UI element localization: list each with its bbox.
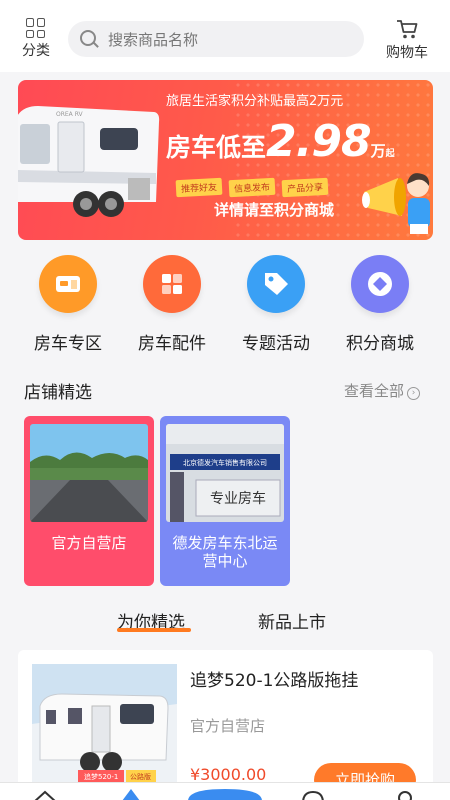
category-special-events[interactable]: 专题活动 [228,255,324,354]
diamond-icon [351,255,409,313]
banner-tag: 信息发布 [228,177,276,198]
banner-subtitle: 详情请至积分商城 [214,201,335,219]
category-label: 房车配件 [138,334,206,354]
banner-main-prefix: 房车低至 [166,133,267,162]
store-image: 北京德发汽车销售有限公司 专业房车 [166,424,284,522]
category-rv-parts[interactable]: 房车配件 [124,255,220,354]
category-label: 房车专区 [34,334,102,354]
center-icon[interactable] [188,785,262,800]
search-input[interactable]: 搜索商品名称 [68,21,364,57]
see-all-link[interactable]: 查看全部 › [344,380,421,401]
store-sign-top: 北京德发汽车销售有限公司 [183,458,267,467]
category-rv-zone[interactable]: 房车专区 [20,255,116,354]
cart-button[interactable]: 购物车 [377,18,437,62]
category-points-mall[interactable]: 积分商城 [332,255,428,354]
stores-heading: 店铺精选 [24,383,92,403]
product-image-tag: 公路版 [130,772,151,781]
category-label: 分类 [22,43,50,59]
banner-top-line: 旅居生活家积分补贴最高2万元 [166,94,344,109]
category-row: 房车专区 房车配件 专题活动 积分商城 [0,255,450,365]
megaphone-mascot-icon [362,173,430,234]
cart-label: 购物车 [386,45,428,61]
category-button[interactable]: 分类 [16,18,56,60]
grid-icon [26,18,46,38]
rv-zone-icon [39,255,97,313]
store-sign-main: 专业房车 [210,490,266,507]
store-card-defa[interactable]: 北京德发汽车销售有限公司 专业房车 德发房车东北运营中心 [160,416,290,586]
tag-icon [247,255,305,313]
category-label: 积分商城 [346,334,414,354]
see-all-label: 查看全部 [344,382,405,400]
top-header: 分类 搜索商品名称 购物车 [0,0,450,72]
find-icon[interactable] [118,787,144,800]
store-name: 官方自营店 [51,534,127,552]
product-image: 追梦520-1 公路版 [32,664,177,784]
store-card-official[interactable]: 官方自营店 [24,416,154,586]
parts-grid-icon [143,255,201,313]
product-shop: 官方自营店 [190,717,266,735]
search-placeholder: 搜索商品名称 [108,31,199,49]
chevron-right-icon: › [407,387,421,400]
bottom-tab-bar [0,782,450,800]
rv-illustration: OREA RV [18,106,160,217]
home-icon[interactable] [32,789,58,800]
message-icon[interactable] [300,789,326,800]
promo-banner[interactable]: OREA RV 旅居生活家积分补贴最高2万元 房车低至2.98万起 推荐好友 信息… [18,80,433,240]
product-title: 追梦520-1公路版拖挂 [190,671,359,691]
profile-icon[interactable] [392,789,418,800]
banner-tags: 推荐好友 信息发布 产品分享 [175,176,335,198]
cart-icon [397,20,418,39]
search-icon [80,30,96,46]
product-image-tag: 追梦520-1 [84,772,118,781]
active-tab-indicator [117,628,191,632]
banner-tag: 推荐好友 [175,177,223,198]
store-name: 德发房车东北运营中心 [172,534,278,570]
store-image [30,424,148,522]
category-label: 专题活动 [242,334,310,354]
banner-main-number: 2.98 [266,116,372,167]
rv-brand-text: OREA RV [56,111,84,118]
tab-new-arrivals[interactable]: 新品上市 [258,608,326,633]
feed-tabs: 为你精选 新品上市 [0,598,450,638]
product-card[interactable]: 追梦520-1 公路版 追梦520-1公路版拖挂 官方自营店 ¥3000.00 … [18,650,433,800]
banner-tag: 产品分享 [281,177,329,198]
